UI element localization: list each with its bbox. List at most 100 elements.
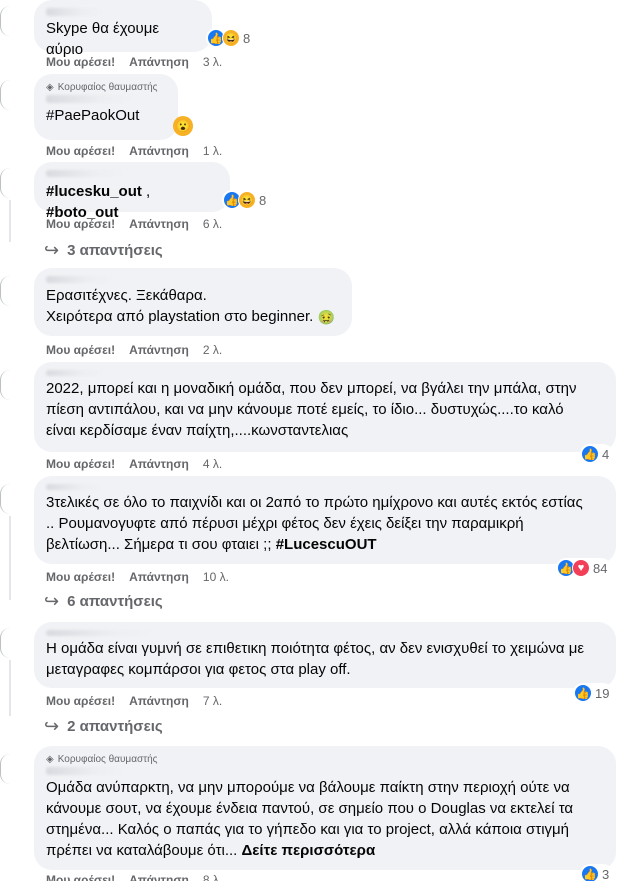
comment-line: είναι κερδίσαμε έναν παίχτη,....κωνσταντ…: [46, 422, 349, 439]
comment-line: Ομάδα ανύπαρκτη, να μην μπορούμε να βάλο…: [46, 779, 570, 796]
reaction-summary[interactable]: 👍 ♥ 84: [556, 558, 612, 578]
comment-line: πίεση αντιπάλου, και να μην κάνουμε ποτέ…: [46, 401, 564, 418]
haha-reaction-icon: 😆: [222, 29, 240, 47]
comment-line: .. Ρουμανογυφτε από πέρυσι μέχρι φέτος δ…: [46, 515, 524, 532]
timestamp[interactable]: 2 λ.: [203, 343, 222, 357]
comment-line: βελτίωση... Σήμερα τι σου φταιει ;; #Luc…: [46, 534, 604, 555]
author-name-redacted: [46, 95, 136, 103]
love-reaction-icon: ♥: [572, 559, 590, 577]
replies-count-label: 3 απαντήσεις: [67, 242, 163, 259]
comment-bubble: #lucesku_out , #boto_out: [34, 162, 230, 221]
like-link[interactable]: Μου αρέσει!: [46, 217, 115, 231]
hashtag-link[interactable]: #LucescuOUT: [276, 536, 377, 553]
reaction-summary[interactable]: 👍 😆 8: [222, 190, 271, 210]
timestamp[interactable]: 1 λ.: [203, 144, 222, 158]
top-fan-label: Κορυφαίος θαυμαστής: [57, 82, 158, 93]
reply-arrow-icon: ↪: [44, 716, 60, 736]
reply-link[interactable]: Απάντηση: [129, 457, 189, 471]
timestamp[interactable]: 10 λ.: [203, 570, 229, 584]
like-link[interactable]: Μου αρέσει!: [46, 55, 115, 69]
timestamp[interactable]: 3 λ.: [203, 55, 222, 69]
author-name-redacted: [46, 630, 156, 636]
reply-link[interactable]: Απάντηση: [129, 570, 189, 584]
reaction-count: 84: [593, 560, 608, 576]
view-replies-link[interactable]: ↪ 3 απαντήσεις: [44, 240, 163, 261]
view-replies-link[interactable]: ↪ 6 απαντήσεις: [44, 591, 163, 612]
reply-link[interactable]: Απάντηση: [129, 694, 189, 708]
like-link[interactable]: Μου αρέσει!: [46, 570, 115, 584]
comment-actions: Μου αρέσει! Απάντηση 2 λ.: [46, 343, 222, 357]
view-replies-link[interactable]: ↪ 2 απαντήσεις: [44, 716, 163, 737]
comment-text: 3τελικές σε όλο το παιχνίδι και οι 2από …: [46, 492, 604, 555]
comment-line-text: βελτίωση... Σήμερα τι σου φταιει ;;: [46, 536, 272, 553]
timestamp[interactable]: 7 λ.: [203, 694, 222, 708]
top-fan-label: Κορυφαίος θαυμαστής: [57, 754, 158, 765]
author-name-redacted: [46, 8, 106, 16]
hashtag-link[interactable]: #PaePaokOut: [46, 107, 139, 124]
reply-link[interactable]: Απάντηση: [129, 217, 189, 231]
comment-actions: Μου αρέσει! Απάντηση 3 λ.: [46, 55, 222, 69]
author-name-redacted: [46, 170, 126, 177]
comment-text: #PaePaokOut: [46, 105, 166, 126]
comment-line: 2022, μπορεί και η μοναδική ομάδα, που δ…: [46, 380, 577, 397]
like-link[interactable]: Μου αρέσει!: [46, 694, 115, 708]
author-name-redacted: [46, 484, 106, 490]
comment-line: 3τελικές σε όλο το παιχνίδι και οι 2από …: [46, 494, 583, 511]
comment-line: μεταγραφες κομπάρσοι για φετος στα play …: [46, 661, 351, 678]
comment-text: Skype θα έχουμε αύριο: [46, 20, 160, 58]
comment-bubble: Η ομάδα είναι γυμνή σε επιθετικη ποιότητ…: [34, 622, 616, 688]
timestamp[interactable]: 4 λ.: [203, 457, 222, 471]
comment-bubble: 3τελικές σε όλο το παιχνίδι και οι 2από …: [34, 476, 616, 564]
comment-actions: Μου αρέσει! Απάντηση 10 λ.: [46, 570, 229, 584]
like-reaction-icon: 👍: [581, 445, 599, 463]
like-link[interactable]: Μου αρέσει!: [46, 873, 115, 881]
like-link[interactable]: Μου αρέσει!: [46, 457, 115, 471]
like-link[interactable]: Μου αρέσει!: [46, 343, 115, 357]
comment-bubble: ◈ Κορυφαίος θαυμαστής Ομάδα ανύπαρκτη, να…: [34, 746, 616, 870]
replies-count-label: 2 απαντήσεις: [67, 718, 163, 735]
avatar: [0, 6, 10, 36]
like-reaction-icon: 👍: [574, 684, 592, 702]
avatar: [0, 754, 10, 784]
reaction-summary[interactable]: 👍 3: [580, 864, 614, 881]
comment-text: 2022, μπορεί και η μοναδική ομάδα, που δ…: [46, 378, 604, 441]
haha-reaction-icon: 😆: [238, 191, 256, 209]
thread-line: [9, 200, 11, 242]
comment-line: κάνουμε σουτ, να έχουμε ένδεια παντού, σ…: [46, 800, 574, 817]
comment-text: Ερασιτέχνες. Ξεκάθαρα. Χειρότερα από pla…: [46, 285, 340, 327]
comment-bubble: 2022, μπορεί και η μοναδική ομάδα, που δ…: [34, 362, 616, 452]
comment-actions: Μου αρέσει! Απάντηση 6 λ.: [46, 217, 222, 231]
see-more-link[interactable]: Δείτε περισσότερα: [242, 842, 376, 859]
comment-line: Η ομάδα είναι γυμνή σε επιθετικη ποιότητ…: [46, 640, 585, 657]
reaction-count: 8: [243, 30, 251, 46]
wow-reaction-icon[interactable]: 😮: [173, 116, 193, 136]
reply-link[interactable]: Απάντηση: [129, 873, 189, 881]
diamond-icon: ◈: [46, 754, 54, 765]
reaction-count: 8: [259, 192, 267, 208]
author-name-redacted: [46, 370, 106, 376]
comment-bubble: ◈ Κορυφαίος θαυμαστής #PaePaokOut: [34, 74, 178, 140]
author-name-redacted: [46, 767, 126, 775]
timestamp[interactable]: 6 λ.: [203, 217, 222, 231]
diamond-icon: ◈: [46, 82, 54, 93]
comment-line: πρέπει να καταλάβουμε ότι... Δείτε περισ…: [46, 840, 604, 861]
reply-link[interactable]: Απάντηση: [129, 144, 189, 158]
reaction-summary[interactable]: 👍 4: [580, 444, 614, 464]
comment-line-text: πρέπει να καταλάβουμε ότι...: [46, 842, 238, 859]
reaction-summary[interactable]: 👍 😆 8: [206, 28, 255, 48]
thread-line: [9, 516, 11, 600]
comment-actions: Μου αρέσει! Απάντηση 8 λ.: [46, 873, 222, 881]
reply-link[interactable]: Απάντηση: [129, 55, 189, 69]
reply-arrow-icon: ↪: [44, 591, 60, 611]
reaction-count: 4: [602, 446, 610, 462]
hashtag-link[interactable]: #lucesku_out: [46, 183, 142, 200]
avatar: [0, 276, 10, 306]
reply-link[interactable]: Απάντηση: [129, 343, 189, 357]
comment-text: Η ομάδα είναι γυμνή σε επιθετικη ποιότητ…: [46, 638, 604, 680]
avatar: [0, 370, 10, 400]
like-link[interactable]: Μου αρέσει!: [46, 144, 115, 158]
timestamp[interactable]: 8 λ.: [203, 873, 222, 881]
nauseated-emoji-icon: 🤢: [317, 308, 336, 327]
reaction-summary[interactable]: 👍 19: [573, 683, 614, 703]
top-fan-badge: ◈ Κορυφαίος θαυμαστής: [46, 754, 604, 765]
